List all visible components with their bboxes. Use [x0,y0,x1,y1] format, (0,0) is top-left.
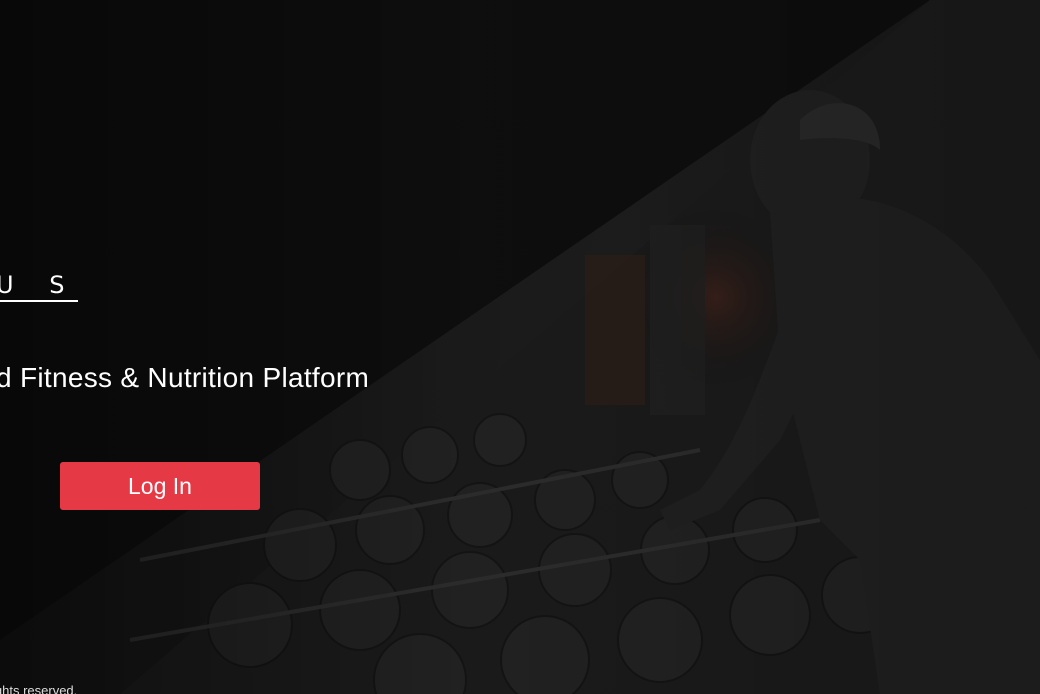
brand-logo: U S [0,272,79,302]
login-button[interactable]: Log In [60,462,260,510]
hero-tagline: d Fitness & Nutrition Platform [0,362,370,393]
hero-background-image [0,0,1040,694]
copyright-text: ights reserved. [0,683,78,694]
landing-page: U S d Fitness & Nutrition Platform Log I… [0,0,1040,694]
